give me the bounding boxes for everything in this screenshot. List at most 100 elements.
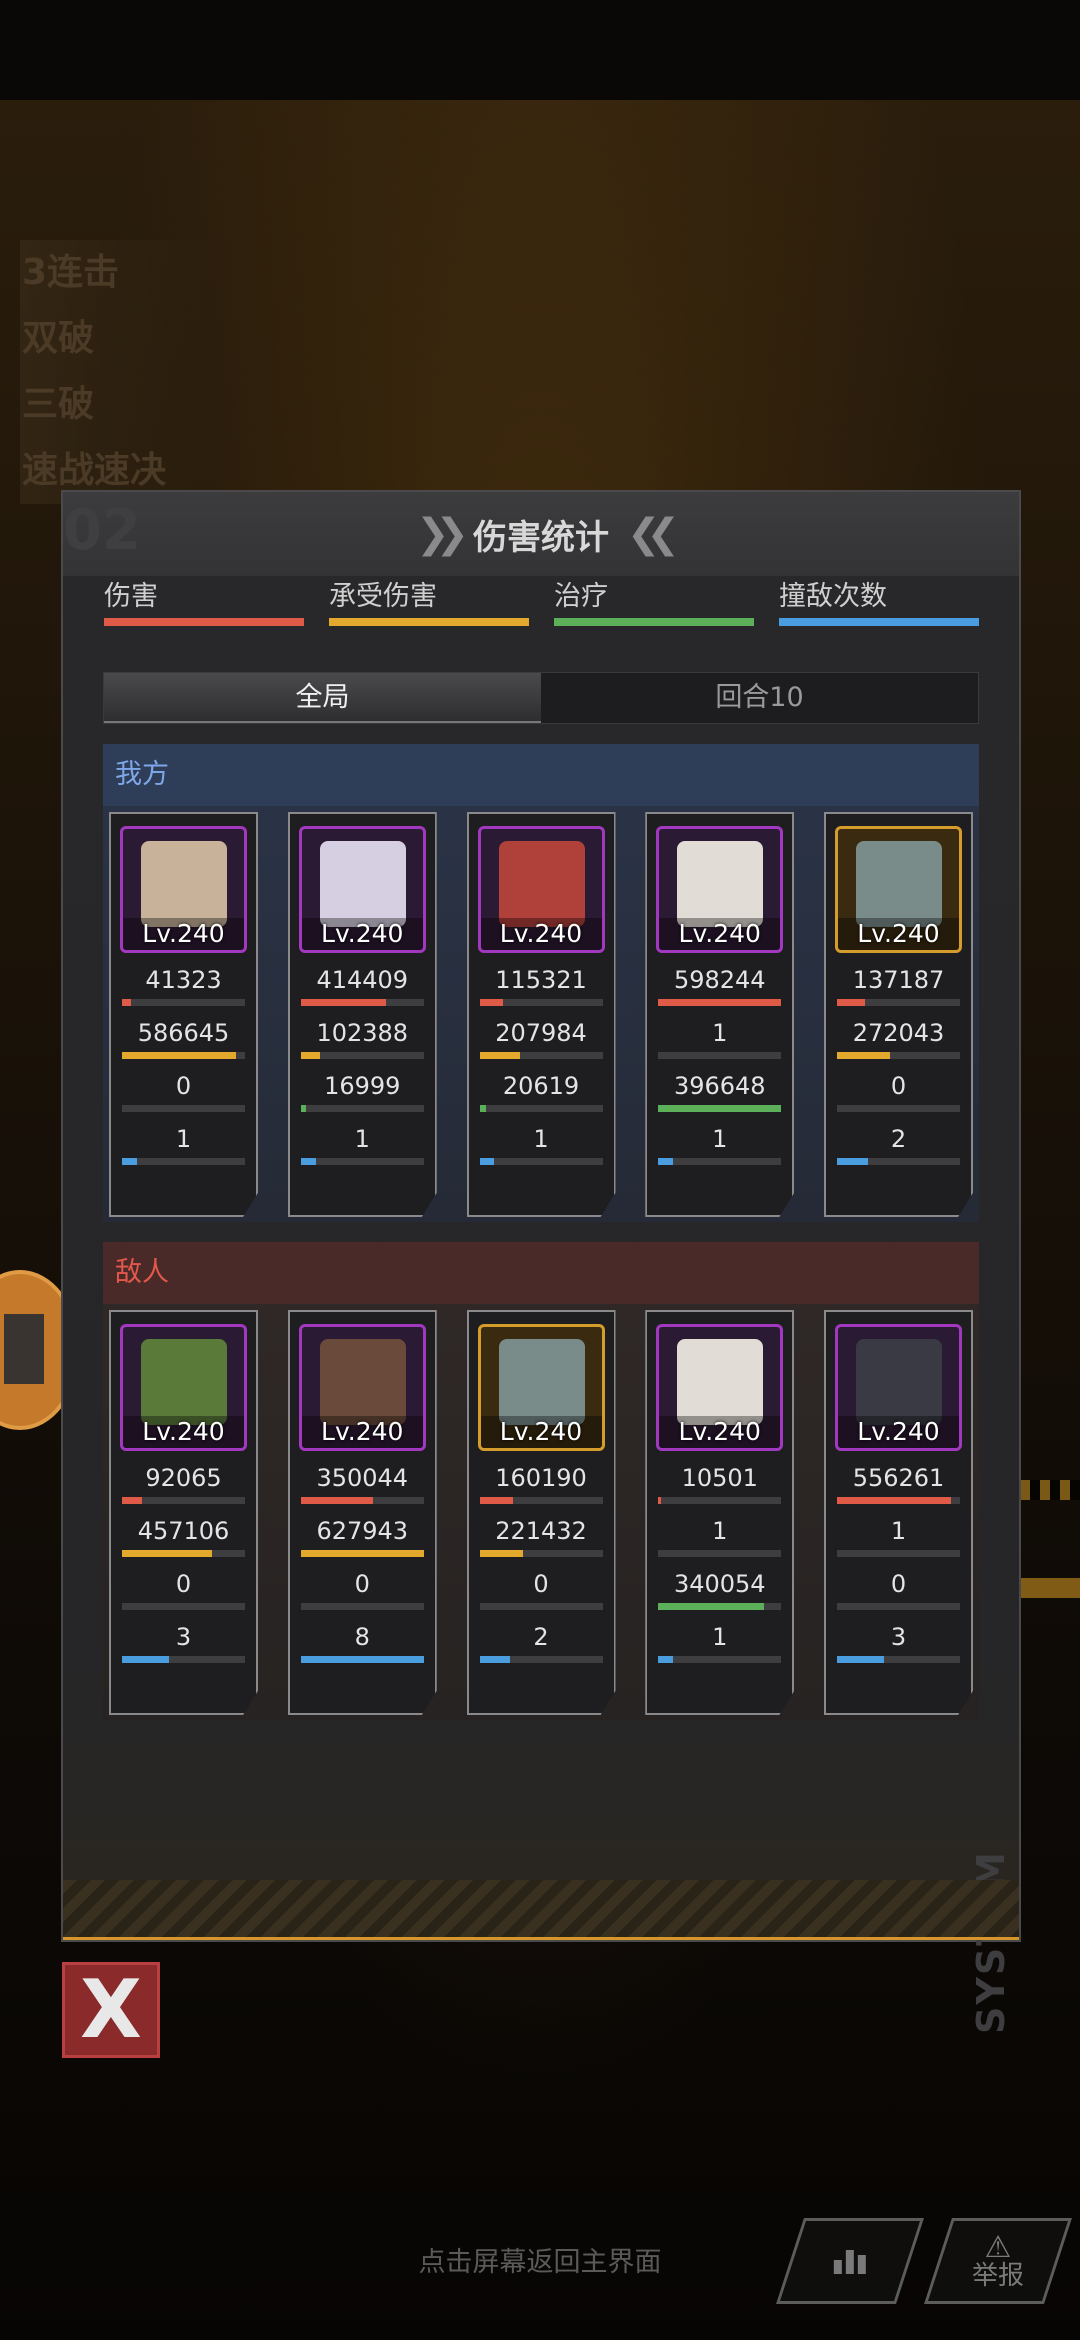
enemy-unit-card[interactable]: Lv.240 10501 1 340054 1: [645, 1310, 795, 1715]
healing-stat: 0: [299, 1565, 426, 1610]
report-label: 举报: [971, 2261, 1024, 2291]
collision-stat-bar: [122, 1656, 245, 1663]
ally-unit-card[interactable]: Lv.240 41323 586645 0 1: [109, 812, 258, 1217]
tab-round-10[interactable]: 回合10: [541, 673, 978, 723]
legend-collisions: 撞敌次数: [779, 576, 979, 626]
return-hint[interactable]: 点击屏幕返回主界面: [0, 2240, 1080, 2279]
unit-portrait: Lv.240: [656, 826, 784, 953]
collision-stat-bar-fill: [837, 1158, 868, 1165]
healing-stat: 340054: [656, 1565, 783, 1610]
collision-stat-bar-fill: [837, 1656, 884, 1663]
panel-header: 02 ❯❯ 伤害统计 ❮❮: [63, 492, 1019, 576]
bonus-triple-break: 三破: [20, 372, 210, 438]
collision-stat-value: 1: [354, 1125, 370, 1153]
tab-overall[interactable]: 全局: [104, 673, 541, 723]
unit-portrait: Lv.240: [120, 826, 247, 953]
healing-stat: 0: [478, 1565, 605, 1610]
ally-section-title: 我方: [103, 744, 979, 806]
legend-label: 治疗: [554, 581, 608, 612]
damage-taken-stat-value: 586645: [137, 1019, 230, 1047]
character-face: [677, 841, 764, 927]
unit-level: Lv.240: [123, 918, 244, 950]
collision-stat-bar: [837, 1656, 960, 1663]
healing-stat-value: 340054: [673, 1570, 766, 1598]
bonus-double-break: 双破: [20, 306, 210, 372]
side-stripe-decoration: [1020, 1480, 1080, 1500]
collision-stat-bar: [479, 1656, 603, 1663]
character-face: [319, 841, 406, 927]
damage-taken-stat-bar: [479, 1052, 603, 1059]
damage-taken-stat-value: 1: [712, 1517, 728, 1545]
unit-portrait: Lv.240: [835, 826, 962, 953]
stats-legend: 伤害 承受伤害 治疗 撞敌次数: [63, 576, 1019, 626]
enemy-unit-card[interactable]: Lv.240 556261 1 0 3: [824, 1310, 973, 1715]
enemy-unit-card[interactable]: Lv.240 92065 457106 0 3: [109, 1310, 258, 1715]
collision-stat: 3: [120, 1618, 247, 1663]
damage-stat-bar: [658, 999, 782, 1006]
unit-portrait: Lv.240: [835, 1324, 962, 1451]
healing-stat-bar: [122, 1603, 245, 1610]
character-face: [856, 841, 942, 927]
damage-taken-stat: 221432: [478, 1512, 605, 1557]
collision-stat-bar-fill: [122, 1656, 169, 1663]
unit-level: Lv.240: [838, 1416, 959, 1448]
ally-unit-card[interactable]: Lv.240 137187 272043 0 2: [824, 812, 973, 1217]
damage-taken-stat-bar: [300, 1052, 424, 1059]
chevron-right-icon: ❯❯: [415, 511, 469, 557]
damage-taken-stat-value: 272043: [852, 1019, 945, 1047]
damage-stat-value: 41323: [145, 966, 222, 994]
damage-stat-bar: [658, 1497, 782, 1504]
damage-taken-stat: 102388: [299, 1014, 426, 1059]
enemy-unit-card[interactable]: Lv.240 160190 221432 0 2: [466, 1310, 616, 1715]
collision-stat-value: 3: [175, 1623, 192, 1651]
damage-stat: 414409: [299, 961, 426, 1006]
healing-stat: 0: [120, 1565, 247, 1610]
damage-taken-stat-value: 221432: [495, 1517, 587, 1545]
damage-taken-stat-bar-fill: [479, 1052, 521, 1059]
character-face: [141, 1339, 227, 1425]
collision-stat: 3: [835, 1618, 962, 1663]
panel-title: 伤害统计: [473, 517, 609, 558]
collision-stat-value: 1: [712, 1125, 728, 1153]
damage-taken-stat: 586645: [120, 1014, 247, 1059]
unit-portrait: Lv.240: [477, 1324, 605, 1451]
damage-stat: 160190: [478, 1459, 605, 1504]
damage-taken-stat-value: 457106: [137, 1517, 230, 1545]
collision-stat: 1: [656, 1120, 783, 1165]
healing-stat-bar: [122, 1105, 245, 1112]
collision-stat-bar: [658, 1158, 782, 1165]
damage-taken-stat: 1: [835, 1512, 962, 1557]
ally-unit-card[interactable]: Lv.240 115321 207984 20619 1: [466, 812, 616, 1217]
enemy-unit-card[interactable]: Lv.240 350044 627943 0 8: [287, 1310, 437, 1715]
damage-taken-stat: 272043: [835, 1014, 962, 1059]
damage-taken-stat-bar-fill: [300, 1550, 424, 1557]
damage-taken-stat-bar-fill: [479, 1550, 523, 1557]
collision-stat-bar: [837, 1158, 960, 1165]
close-button[interactable]: X: [62, 1962, 160, 2058]
damage-stat: 115321: [478, 961, 605, 1006]
damage-stat-bar: [837, 999, 960, 1006]
collision-stat-bar: [479, 1158, 603, 1165]
damage-taken-stat: 207984: [478, 1014, 605, 1059]
ally-unit-card[interactable]: Lv.240 414409 102388 16999 1: [287, 812, 437, 1217]
damage-stat-bar-fill: [122, 999, 131, 1006]
damage-taken-stat-value: 627943: [316, 1517, 409, 1545]
damage-taken-stat: 627943: [299, 1512, 426, 1557]
collision-stat-value: 3: [890, 1623, 907, 1651]
collision-stat: 2: [835, 1120, 962, 1165]
character-face: [498, 1339, 585, 1425]
chevron-left-icon: ❮❮: [627, 511, 680, 557]
damage-stat-value: 556261: [852, 1464, 945, 1492]
damage-stat-bar: [122, 1497, 245, 1504]
damage-stats-panel: 02 ❯❯ 伤害统计 ❮❮ 伤害 承受伤害 治疗 撞敌次数 全局 回合10 我方 Lv…: [61, 490, 1021, 2034]
healing-stat: 16999: [299, 1067, 426, 1112]
healing-stat: 0: [835, 1565, 962, 1610]
unit-portrait: Lv.240: [656, 1324, 784, 1451]
enemy-section: 敌人 Lv.240 92065 457106 0 3 Lv.240 350044 627943…: [103, 1242, 979, 1720]
ally-unit-list: Lv.240 41323 586645 0 1 Lv.240 414409 102388 169…: [103, 806, 979, 1222]
collision-stat-value: 1: [712, 1623, 728, 1651]
healing-stat-bar: [658, 1105, 782, 1112]
side-bar-decoration: [1020, 1578, 1080, 1598]
unit-portrait: Lv.240: [477, 826, 605, 953]
ally-unit-card[interactable]: Lv.240 598244 1 396648 1: [645, 812, 795, 1217]
